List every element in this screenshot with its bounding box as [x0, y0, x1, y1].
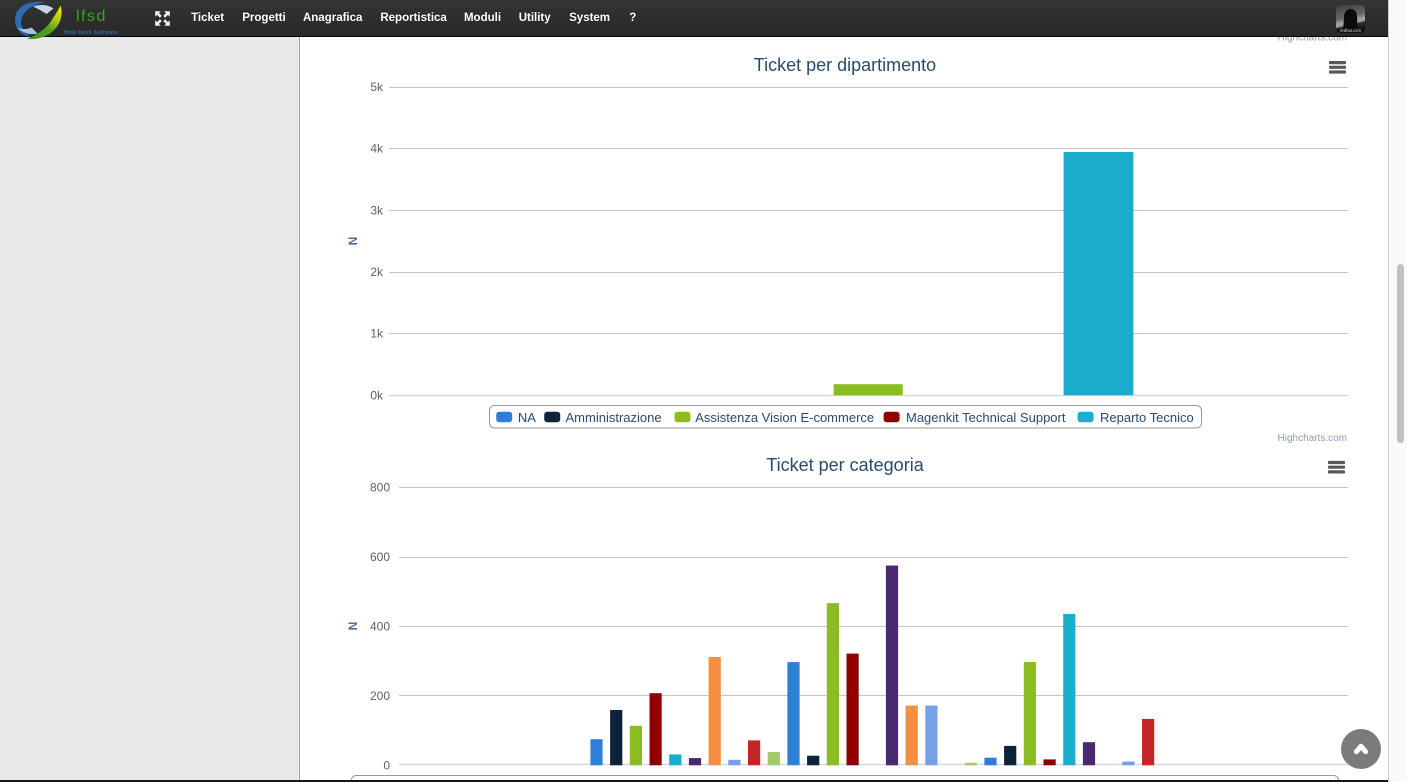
svg-text:2k: 2k: [370, 265, 384, 279]
svg-text:800: 800: [370, 480, 390, 494]
svg-text:3k: 3k: [370, 204, 384, 218]
svg-text:Assistenza Vision E-commerce: Assistenza Vision E-commerce: [695, 410, 874, 425]
svg-text:200: 200: [370, 689, 390, 703]
svg-text:NA: NA: [518, 410, 536, 425]
svg-text:0k: 0k: [370, 389, 384, 403]
svg-text:400: 400: [370, 619, 390, 633]
svg-text:Amministrazione: Amministrazione: [566, 410, 662, 425]
svg-text:4k: 4k: [370, 142, 384, 156]
svg-text:Ticket per dipartimento: Ticket per dipartimento: [754, 55, 936, 75]
svg-text:Reparto Tecnico: Reparto Tecnico: [1100, 410, 1194, 425]
svg-text:N: N: [346, 237, 360, 246]
svg-text:Highcharts.com: Highcharts.com: [1278, 433, 1347, 444]
svg-text:N: N: [346, 622, 360, 631]
svg-text:5k: 5k: [370, 80, 384, 94]
svg-text:Ticket per categoria: Ticket per categoria: [766, 455, 924, 475]
svg-text:1k: 1k: [370, 327, 384, 341]
svg-text:Magenkit Technical Support: Magenkit Technical Support: [906, 410, 1066, 425]
svg-text:redhat.com: redhat.com: [1340, 28, 1361, 33]
svg-text:600: 600: [370, 550, 390, 564]
svg-text:0: 0: [383, 758, 390, 772]
